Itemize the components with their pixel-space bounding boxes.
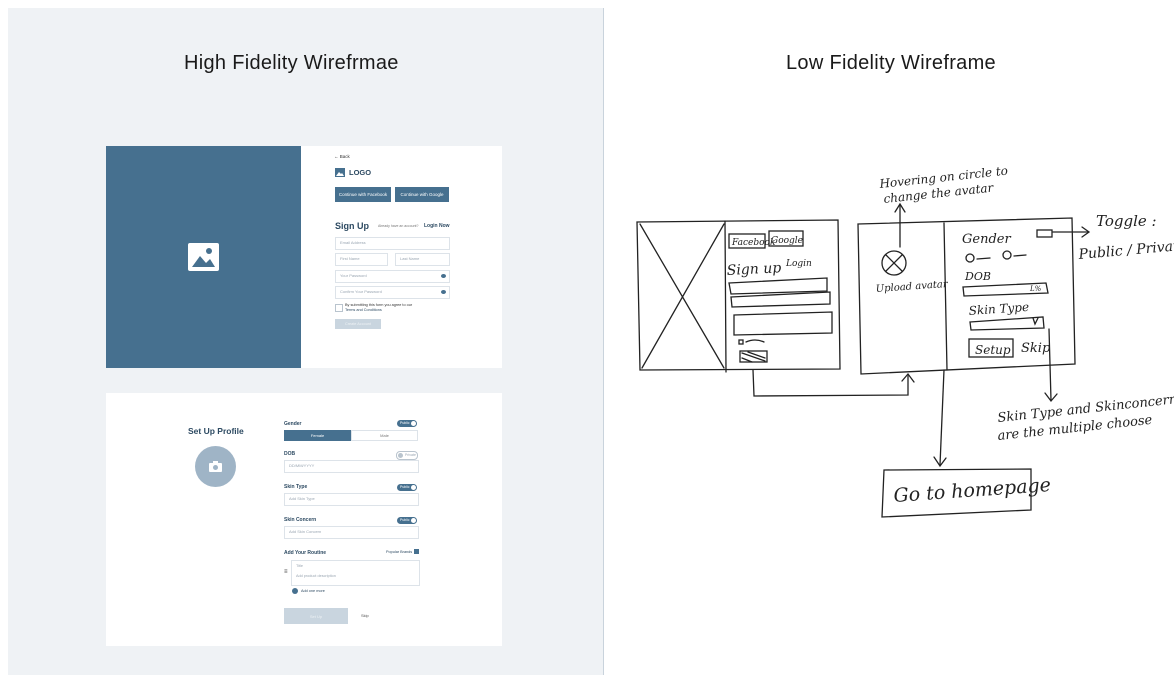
toggle-annotation-line2: Public / Private bbox=[1077, 238, 1174, 263]
low-fidelity-sketch: Hovering on circle to change the avatar … bbox=[636, 164, 1174, 518]
sketch-gender-label: Gender bbox=[962, 232, 1011, 247]
sketch-google-label: Google bbox=[771, 236, 803, 246]
sketch-login-label: Login bbox=[785, 259, 812, 269]
image-placeholder-cross bbox=[639, 223, 725, 369]
sketch-skin-type-label: Skin Type bbox=[968, 300, 1029, 318]
toggle-sketch bbox=[1036, 229, 1053, 238]
sketch-dob-value: L% bbox=[1029, 285, 1042, 293]
sketch-dob-label: DOB bbox=[964, 270, 991, 283]
homepage-label: Go to homepage bbox=[893, 474, 1052, 507]
flow-arrow-1 bbox=[752, 369, 909, 397]
sketch-skip-label: Skip bbox=[1021, 341, 1051, 356]
sketch-upload-avatar-label: Upload avatar bbox=[875, 279, 949, 295]
sketch-facebook-label: Facebook bbox=[731, 238, 775, 248]
toggle-annotation-line1: Toggle : bbox=[1096, 212, 1157, 230]
sketch-divider bbox=[724, 220, 727, 373]
sketch-setup-label: Setup bbox=[975, 343, 1011, 357]
sketch-signup-label: Sign up bbox=[726, 260, 781, 279]
